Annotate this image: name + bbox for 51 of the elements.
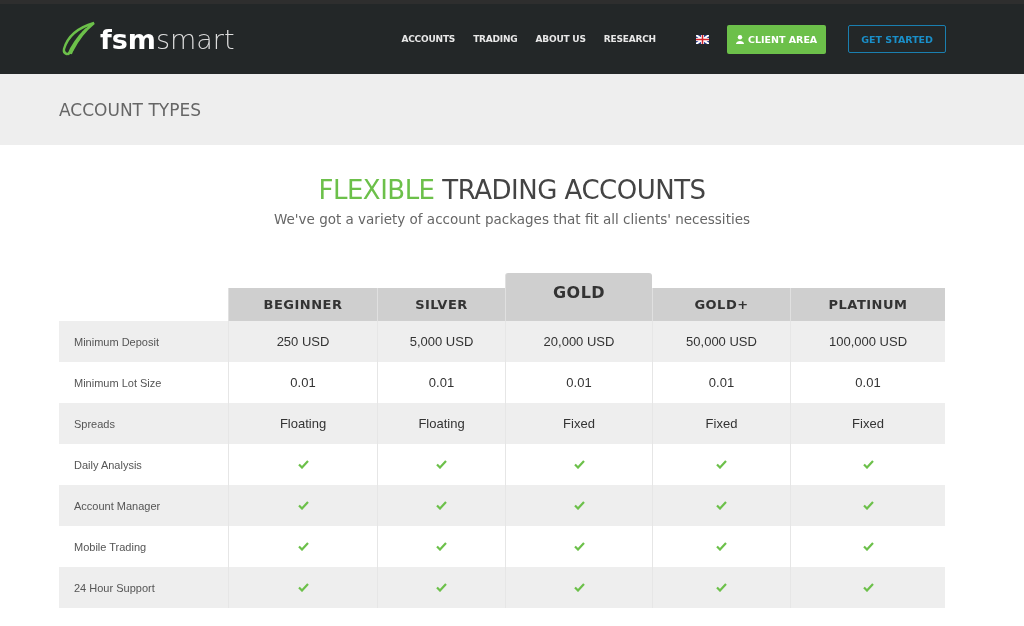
check-icon <box>297 460 309 469</box>
plan-header: GOLD+ <box>652 288 790 321</box>
check-icon <box>862 542 874 551</box>
nav-link[interactable]: RESEARCH <box>603 34 656 44</box>
table-cell: Fixed <box>505 403 652 444</box>
check-icon <box>436 460 447 469</box>
check-icon <box>573 542 585 551</box>
row-label: Minimum Deposit <box>59 321 228 362</box>
nav-link[interactable]: ACCOUNTS <box>401 34 456 44</box>
check-icon <box>862 501 874 510</box>
row-label: Spreads <box>59 403 228 444</box>
table-cell: 20,000 USD <box>505 321 652 362</box>
plan-header: PLATINUM <box>790 288 945 321</box>
page-title: ACCOUNT TYPES <box>59 99 201 120</box>
uk-flag-icon[interactable] <box>695 34 709 44</box>
plan-header: BEGINNER <box>228 288 377 321</box>
nav-link[interactable]: TRADING <box>473 34 518 44</box>
check-icon <box>716 460 727 469</box>
check-icon <box>297 501 309 510</box>
check-icon <box>862 460 874 469</box>
user-icon <box>735 34 744 44</box>
table-cell: Floating <box>228 403 377 444</box>
table-cell: 50,000 USD <box>652 321 790 362</box>
row-label: 24 Hour Support <box>59 567 228 608</box>
check-icon <box>573 501 585 510</box>
check-icon <box>573 460 585 469</box>
nav-link[interactable]: ABOUT US <box>535 34 586 44</box>
plan-header: SILVER <box>377 288 505 321</box>
check-icon <box>862 583 874 592</box>
section-heading: FLEXIBLE TRADING ACCOUNTS <box>317 175 707 205</box>
plan-header: GOLD <box>505 273 652 321</box>
leaf-logo-icon <box>60 21 96 57</box>
section-subtitle: We've got a variety of account packages that fit all clients' necessities <box>272 211 751 227</box>
check-icon <box>297 583 309 592</box>
table-cell: 5,000 USD <box>377 321 505 362</box>
table-cell: Fixed <box>790 403 945 444</box>
check-icon <box>716 583 727 592</box>
check-icon <box>716 542 727 551</box>
table-cell: 100,000 USD <box>790 321 945 362</box>
table-cell: Floating <box>377 403 505 444</box>
check-icon <box>436 501 447 510</box>
check-icon <box>716 501 727 510</box>
logo-text: fsmsmart <box>100 23 235 55</box>
check-icon <box>573 583 585 592</box>
table-cell: Fixed <box>652 403 790 444</box>
check-icon <box>297 542 309 551</box>
check-icon <box>436 583 447 592</box>
table-cell: 250 USD <box>228 321 377 362</box>
row-label: Account Manager <box>59 485 228 526</box>
check-icon <box>436 542 447 551</box>
get-started-button[interactable]: GET STARTED <box>848 25 946 53</box>
